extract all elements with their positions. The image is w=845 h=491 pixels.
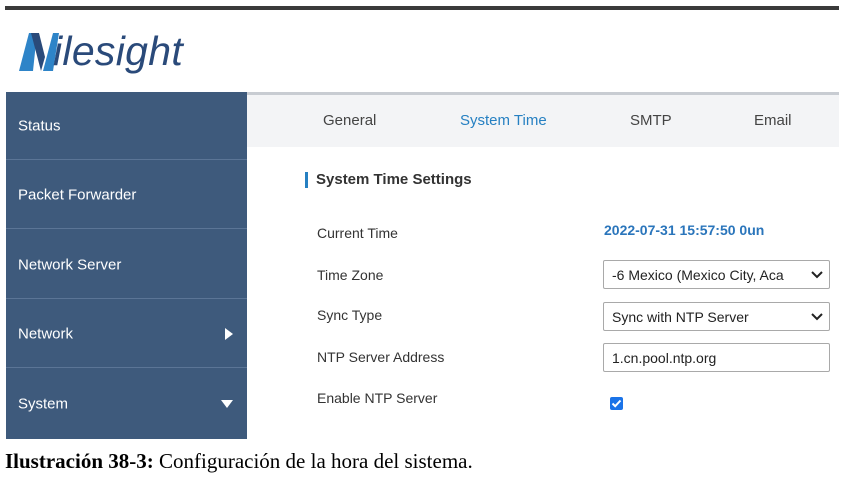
- top-bar: [5, 6, 839, 10]
- enable-ntp-server-checkbox[interactable]: [610, 397, 623, 410]
- sidebar: Status Packet Forwarder Network Server N…: [6, 92, 247, 439]
- ntp-server-address-input[interactable]: 1.cn.pool.ntp.org: [603, 343, 830, 372]
- sync-type-select[interactable]: Sync with NTP Server: [603, 302, 830, 331]
- sidebar-item-packet-forwarder[interactable]: Packet Forwarder: [6, 161, 247, 229]
- figure-caption: Ilustración 38-3: Configuración de la ho…: [5, 449, 473, 474]
- time-zone-select[interactable]: -6 Mexico (Mexico City, Aca: [603, 260, 830, 289]
- enable-ntp-server-label: Enable NTP Server: [317, 390, 438, 406]
- current-time-label: Current Time: [317, 225, 398, 241]
- settings-panel: System Time Settings Current Time 2022-0…: [247, 147, 839, 439]
- sidebar-item-network[interactable]: Network: [6, 300, 247, 368]
- triangle-down-icon: [221, 400, 233, 408]
- tab-smtp[interactable]: SMTP: [630, 112, 672, 129]
- sidebar-item-label: Network Server: [18, 256, 122, 273]
- sidebar-item-label: System: [18, 395, 69, 413]
- section-title: System Time Settings: [305, 172, 472, 188]
- time-zone-value: -6 Mexico (Mexico City, Aca: [612, 267, 784, 283]
- checkmark-icon: [611, 399, 622, 408]
- sidebar-item-label: Network: [18, 325, 74, 342]
- tab-email[interactable]: Email: [754, 112, 792, 129]
- ntp-server-address-value: 1.cn.pool.ntp.org: [612, 350, 717, 366]
- logo-wordmark: ilesight: [53, 28, 184, 74]
- sync-type-label: Sync Type: [317, 307, 383, 323]
- chevron-down-icon: [811, 313, 823, 321]
- sidebar-item-status[interactable]: Status: [6, 92, 247, 160]
- sidebar-item-network-server[interactable]: Network Server: [6, 231, 247, 299]
- ntp-server-address-label: NTP Server Address: [317, 349, 445, 365]
- triangle-right-icon: [225, 327, 233, 340]
- caption-text: Configuración de la hora del sistema.: [153, 449, 473, 473]
- caption-prefix: Ilustración 38-3:: [5, 449, 154, 473]
- sidebar-item-label: Packet Forwarder: [18, 186, 137, 203]
- sidebar-item-label: Status: [18, 117, 61, 134]
- sidebar-item-system[interactable]: System: [6, 370, 247, 438]
- chevron-down-icon: [811, 271, 823, 279]
- tab-general[interactable]: General: [323, 112, 376, 129]
- main-content: General System Time SMTP Email System Ti…: [247, 92, 839, 439]
- tab-system-time[interactable]: System Time: [460, 112, 547, 129]
- sync-type-value: Sync with NTP Server: [612, 309, 749, 325]
- current-time-value: 2022-07-31 15:57:50 0un: [604, 222, 765, 238]
- time-zone-label: Time Zone: [317, 267, 384, 283]
- tab-bar: General System Time SMTP Email: [247, 92, 839, 150]
